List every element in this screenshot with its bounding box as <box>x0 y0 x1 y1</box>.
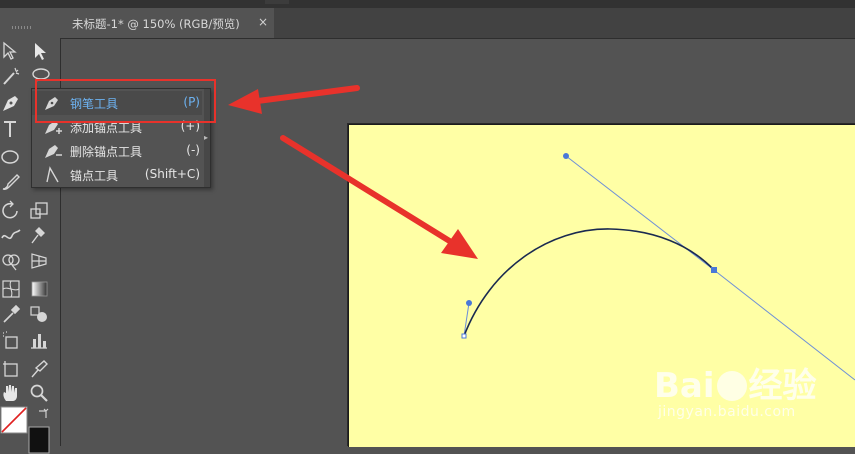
swap-fill-stroke-icon[interactable] <box>36 408 50 420</box>
slice-tool-icon[interactable] <box>28 358 50 380</box>
baidu-logo-left: Bai <box>654 366 715 406</box>
type-tool-icon[interactable] <box>0 118 22 140</box>
panel-grip[interactable] <box>12 26 32 29</box>
flyout-item-shortcut: (-) <box>186 143 200 157</box>
flyout-item-anchor-point-tool[interactable]: 锚点工具 (Shift+C) <box>32 163 202 187</box>
document-tab-bar: 未标题-1* @ 150% (RGB/预览) × <box>60 8 855 39</box>
flyout-item-label: 锚点工具 <box>70 169 119 183</box>
delete-anchor-point-icon <box>42 141 62 161</box>
blend-tool-icon[interactable] <box>28 303 50 325</box>
column-graph-tool-icon[interactable] <box>28 329 50 351</box>
flyout-arrow-icon[interactable]: ▸ <box>204 133 208 142</box>
highlight-box <box>35 79 216 123</box>
document-tab[interactable]: 未标题-1* @ 150% (RGB/预览) × <box>60 8 274 38</box>
perspective-grid-tool-icon[interactable] <box>28 250 50 272</box>
zoom-tool-icon[interactable] <box>28 382 50 404</box>
fill-swatch[interactable] <box>0 406 28 434</box>
hand-tool-icon[interactable] <box>0 382 22 404</box>
tools-panel <box>0 8 61 454</box>
anchor-point-icon <box>42 165 62 185</box>
rotate-tool-icon[interactable] <box>0 200 22 222</box>
paw-icon <box>716 371 747 401</box>
paintbrush-tool-icon[interactable] <box>0 171 22 193</box>
top-strip <box>0 0 855 8</box>
watermark-url: jingyan.baidu.com <box>658 404 796 420</box>
puppet-warp-tool-icon[interactable] <box>28 225 50 247</box>
artboard-tool-icon[interactable] <box>0 358 22 380</box>
eyedropper-tool-icon[interactable] <box>0 303 22 325</box>
symbol-sprayer-tool-icon[interactable] <box>0 329 22 351</box>
magic-wand-tool-icon[interactable] <box>0 65 22 87</box>
selection-tool-icon[interactable] <box>0 40 22 62</box>
warp-tool-icon[interactable] <box>0 225 22 247</box>
gradient-tool-icon[interactable] <box>28 278 50 300</box>
baidu-logo: Bai 经验 <box>654 358 817 407</box>
pen-tool-icon[interactable] <box>0 92 22 114</box>
direct-selection-tool-icon[interactable] <box>30 40 52 62</box>
stroke-swatch[interactable] <box>28 426 50 454</box>
flyout-item-shortcut: (Shift+C) <box>144 167 200 181</box>
shape-builder-tool-icon[interactable] <box>0 250 22 272</box>
flyout-item-delete-anchor-point-tool[interactable]: 删除锚点工具 (-) <box>32 139 202 163</box>
flyout-item-label: 删除锚点工具 <box>70 145 143 159</box>
ellipse-tool-icon[interactable] <box>0 146 22 168</box>
close-icon[interactable]: × <box>258 15 268 29</box>
baidu-logo-right: 经验 <box>748 366 817 406</box>
document-tab-title: 未标题-1* @ 150% (RGB/预览) <box>72 17 240 31</box>
mesh-tool-icon[interactable] <box>0 278 22 300</box>
scale-tool-icon[interactable] <box>28 200 50 222</box>
